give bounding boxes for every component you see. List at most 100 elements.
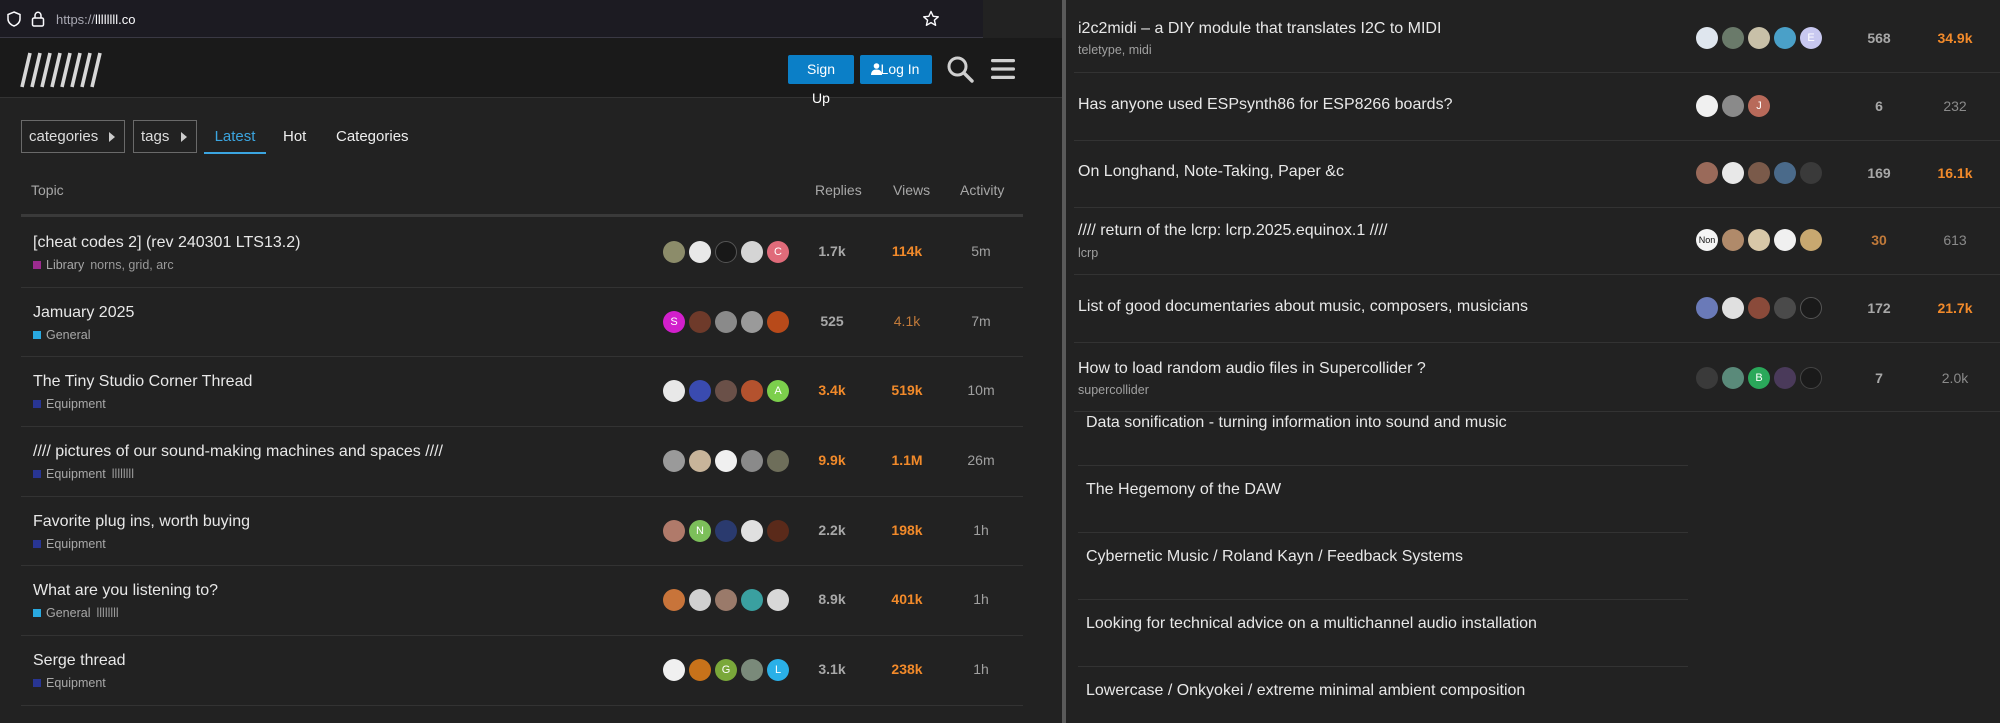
reply-count[interactable]: 30	[1854, 232, 1904, 248]
topic-title[interactable]: The Tiny Studio Corner Thread	[33, 373, 252, 391]
topic-title[interactable]: Serge thread	[33, 652, 126, 670]
topic-title[interactable]: Lowercase / Onkyokei / extreme minimal a…	[1086, 682, 1525, 700]
bookmark-star-icon[interactable]	[922, 10, 940, 28]
topic-title[interactable]: Data sonification - turning information …	[1086, 414, 1507, 432]
avatar[interactable]	[1774, 297, 1796, 319]
reply-count[interactable]: 568	[1854, 30, 1904, 46]
avatar[interactable]: L	[767, 659, 789, 682]
category-link[interactable]: General	[46, 606, 90, 620]
avatar[interactable]: G	[715, 659, 737, 682]
avatar[interactable]	[1696, 27, 1718, 49]
topic-row[interactable]: What are you listening to? General llllll…	[21, 566, 1023, 637]
topic-title[interactable]: //// return of the lcrp: lcrp.2025.equin…	[1078, 222, 1388, 240]
avatar[interactable]: N	[689, 519, 711, 542]
topic-title[interactable]: Has anyone used ESPsynth86 for ESP8266 b…	[1078, 96, 1452, 114]
activity-time[interactable]: 1h	[949, 522, 1013, 538]
login-button[interactable]: Log In	[860, 55, 932, 84]
avatar[interactable]	[1722, 229, 1744, 251]
avatar[interactable]	[1800, 162, 1822, 184]
category-link[interactable]: Equipment	[46, 397, 106, 411]
avatar[interactable]	[1800, 297, 1822, 319]
category-link[interactable]: General	[46, 328, 90, 342]
topic-title[interactable]: //// pictures of our sound-making machin…	[33, 443, 443, 461]
activity-time[interactable]: 26m	[949, 452, 1013, 468]
avatar[interactable]	[663, 450, 685, 473]
topic-row[interactable]: On Longhand, Note-Taking, Paper &c 169 1…	[1074, 141, 2000, 208]
reply-count[interactable]: 3.4k	[799, 382, 865, 398]
suggested-topic-row[interactable]: Data sonification - turning information …	[1078, 399, 1688, 466]
hamburger-menu-icon[interactable]	[990, 56, 1016, 82]
avatar[interactable]	[1774, 229, 1796, 251]
reply-count[interactable]: 525	[799, 313, 865, 329]
avatar[interactable]	[741, 380, 763, 403]
avatar[interactable]	[767, 519, 789, 542]
avatar[interactable]	[1748, 229, 1770, 251]
avatar[interactable]	[1774, 367, 1796, 389]
activity-time[interactable]: 10m	[949, 382, 1013, 398]
avatar[interactable]	[767, 450, 789, 473]
topic-tags[interactable]: supercollider	[1078, 383, 1149, 397]
avatar[interactable]	[741, 450, 763, 473]
suggested-topic-row[interactable]: Looking for technical advice on a multic…	[1078, 600, 1688, 667]
site-logo[interactable]	[20, 51, 104, 89]
topic-title[interactable]: Favorite plug ins, worth buying	[33, 513, 250, 531]
tab-hot[interactable]: Hot	[283, 120, 306, 153]
avatar[interactable]	[715, 380, 737, 403]
tab-categories[interactable]: Categories	[336, 120, 409, 153]
avatar[interactable]	[1722, 297, 1744, 319]
category-link[interactable]: Equipment	[46, 676, 106, 690]
activity-time[interactable]: 5m	[949, 243, 1013, 259]
avatar[interactable]: E	[1800, 27, 1822, 49]
topic-title[interactable]: [cheat codes 2] (rev 240301 LTS13.2)	[33, 234, 300, 252]
topic-row[interactable]: List of good documentaries about music, …	[1074, 276, 2000, 343]
lock-icon[interactable]	[31, 11, 45, 27]
column-header-replies[interactable]: Replies	[815, 182, 862, 198]
avatar[interactable]	[1774, 27, 1796, 49]
avatar[interactable]	[741, 589, 763, 612]
avatar[interactable]: B	[1748, 367, 1770, 389]
topic-title[interactable]: List of good documentaries about music, …	[1078, 298, 1528, 316]
reply-count[interactable]: 172	[1854, 300, 1904, 316]
topic-title[interactable]: i2c2midi – a DIY module that translates …	[1078, 20, 1441, 38]
avatar[interactable]	[1748, 162, 1770, 184]
topic-title[interactable]: Looking for technical advice on a multic…	[1086, 615, 1537, 633]
avatar[interactable]: C	[767, 241, 789, 263]
avatar[interactable]: J	[1748, 95, 1770, 117]
topic-title[interactable]: How to load random audio files in Superc…	[1078, 360, 1426, 378]
avatar[interactable]	[663, 241, 685, 263]
address-bar[interactable]: https://llllllll.co	[0, 0, 983, 38]
avatar[interactable]: Non	[1696, 229, 1718, 251]
avatar[interactable]	[1748, 297, 1770, 319]
column-header-views[interactable]: Views	[893, 182, 930, 198]
reply-count[interactable]: 1.7k	[799, 243, 865, 259]
categories-dropdown[interactable]: categories	[21, 120, 125, 153]
avatar[interactable]	[1696, 297, 1718, 319]
topic-tags[interactable]: norns, grid, arc	[90, 258, 173, 272]
avatar[interactable]	[663, 519, 685, 542]
avatar[interactable]	[1722, 27, 1744, 49]
avatar[interactable]	[767, 589, 789, 612]
avatar[interactable]	[1696, 367, 1718, 389]
reply-count[interactable]: 7	[1854, 370, 1904, 386]
avatar[interactable]	[1748, 27, 1770, 49]
avatar[interactable]	[1774, 162, 1796, 184]
column-header-topic[interactable]: Topic	[31, 182, 64, 198]
avatar[interactable]	[1696, 95, 1718, 117]
url-text[interactable]: https://llllllll.co	[56, 12, 135, 27]
avatar[interactable]: A	[767, 380, 789, 403]
column-header-activity[interactable]: Activity	[960, 182, 1004, 198]
avatar[interactable]	[663, 589, 685, 612]
avatar[interactable]	[663, 659, 685, 682]
reply-count[interactable]: 169	[1854, 165, 1904, 181]
avatar[interactable]	[689, 659, 711, 682]
topic-row[interactable]: Has anyone used ESPsynth86 for ESP8266 b…	[1074, 74, 2000, 141]
suggested-topic-row[interactable]: Lowercase / Onkyokei / extreme minimal a…	[1078, 667, 1688, 723]
activity-time[interactable]: 1h	[949, 591, 1013, 607]
avatar[interactable]	[715, 450, 737, 473]
topic-title[interactable]: The Hegemony of the DAW	[1086, 481, 1281, 499]
tags-dropdown[interactable]: tags	[133, 120, 197, 153]
topic-row[interactable]: //// return of the lcrp: lcrp.2025.equin…	[1074, 208, 2000, 275]
topic-tags[interactable]: lcrp	[1078, 246, 1098, 260]
topic-title[interactable]: What are you listening to?	[33, 582, 218, 600]
avatar[interactable]	[715, 519, 737, 542]
